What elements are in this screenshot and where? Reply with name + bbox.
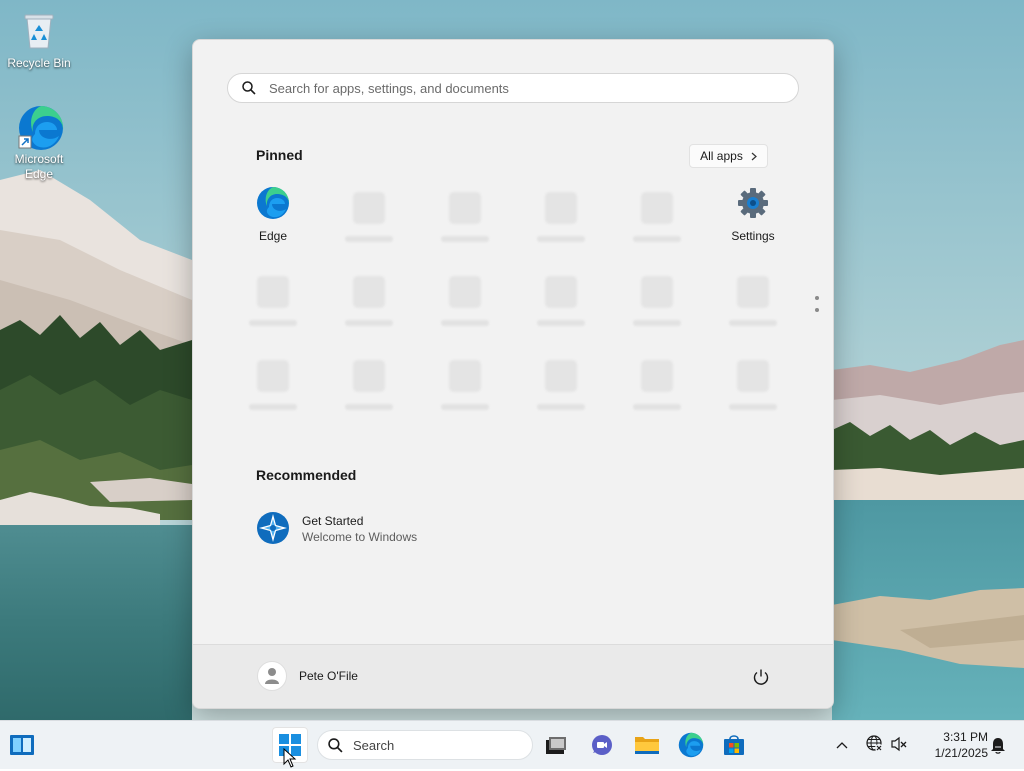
settings-gear-icon [736, 186, 770, 220]
desktop-icon-label: Recycle Bin [7, 56, 71, 70]
pinned-app-placeholder [321, 270, 417, 340]
edge-icon [17, 104, 64, 150]
store-icon [724, 735, 744, 755]
get-started-icon [256, 511, 290, 548]
pinned-app-placeholder [321, 354, 417, 424]
edge-icon [678, 732, 704, 758]
user-account-button[interactable]: Pete O'File [257, 661, 358, 691]
pinned-app-settings[interactable]: Settings [705, 186, 801, 256]
pinned-title: Pinned [256, 147, 303, 163]
widgets-icon [10, 735, 34, 755]
power-icon [753, 669, 769, 685]
pinned-app-label: Settings [731, 229, 775, 243]
store-button[interactable] [716, 727, 752, 763]
volume-muted-icon [891, 736, 907, 751]
system-tray [836, 721, 908, 769]
pinned-app-placeholder [417, 270, 513, 340]
widgets-button[interactable] [4, 727, 40, 763]
search-icon [328, 737, 343, 753]
pinned-app-placeholder [417, 354, 513, 424]
task-view-button[interactable] [538, 727, 574, 763]
file-explorer-icon [635, 737, 659, 754]
pinned-app-placeholder [705, 354, 801, 424]
page-dot[interactable] [815, 308, 819, 312]
pinned-app-placeholder [513, 270, 609, 340]
show-hidden-icons-button[interactable] [836, 738, 848, 752]
taskbar: 3:31 PM 1/21/2025 [0, 720, 1024, 769]
start-menu-footer: Pete O'File [193, 644, 833, 708]
pinned-app-placeholder [609, 354, 705, 424]
pinned-app-label: Edge [258, 229, 288, 243]
teams-chat-icon [592, 735, 612, 755]
all-apps-button[interactable]: All apps [689, 144, 768, 168]
pinned-app-placeholder [609, 270, 705, 340]
start-search-input[interactable] [267, 79, 771, 97]
search-icon [242, 81, 256, 95]
clock-date: 1/21/2025 [934, 746, 988, 760]
all-apps-label: All apps [700, 149, 743, 163]
edge-taskbar-button[interactable] [673, 727, 709, 763]
pinned-app-placeholder [225, 270, 321, 340]
taskbar-search-input[interactable] [351, 736, 525, 754]
pinned-app-edge[interactable]: Edge [225, 186, 321, 256]
pinned-app-placeholder [417, 186, 513, 256]
power-button[interactable] [749, 665, 773, 689]
notification-icon [991, 738, 1005, 754]
start-menu: Pinned All apps Edge [192, 39, 834, 709]
pinned-page-indicator[interactable] [814, 296, 820, 320]
pinned-app-placeholder [609, 186, 705, 256]
chevron-up-icon [836, 742, 848, 749]
taskbar-search-box[interactable] [317, 730, 533, 760]
page-dot[interactable] [815, 296, 819, 300]
file-explorer-button[interactable] [629, 727, 665, 763]
volume-button[interactable] [890, 735, 908, 756]
recycle-bin-icon [17, 8, 61, 52]
recommended-item-subtitle: Welcome to Windows [302, 530, 418, 544]
avatar [257, 661, 287, 691]
user-name: Pete O'File [299, 669, 358, 683]
clock[interactable]: 3:31 PM 1/21/2025 [916, 729, 988, 761]
pinned-app-placeholder [321, 186, 417, 256]
pinned-app-placeholder [513, 186, 609, 256]
notification-button[interactable] [984, 727, 1012, 763]
user-icon [265, 668, 279, 684]
start-search-box[interactable] [227, 73, 799, 103]
pinned-app-placeholder [705, 270, 801, 340]
desktop-icon-recycle-bin[interactable]: Recycle Bin [3, 8, 75, 71]
network-button[interactable] [866, 734, 884, 756]
task-view-icon [546, 737, 566, 754]
pinned-app-placeholder [225, 354, 321, 424]
pinned-app-placeholder [513, 354, 609, 424]
network-icon [866, 734, 883, 752]
desktop-icon-label: Microsoft Edge [14, 152, 64, 181]
clock-time: 3:31 PM [943, 730, 988, 744]
recommended-item-title: Get Started [302, 514, 364, 528]
recommended-title: Recommended [256, 467, 357, 483]
chevron-right-icon [751, 152, 757, 160]
recommended-item-get-started[interactable]: Get Started Welcome to Windows [256, 508, 496, 550]
edge-icon [256, 186, 290, 220]
teams-chat-button[interactable] [584, 727, 620, 763]
desktop-icon-microsoft-edge[interactable]: Microsoft Edge [3, 104, 75, 182]
